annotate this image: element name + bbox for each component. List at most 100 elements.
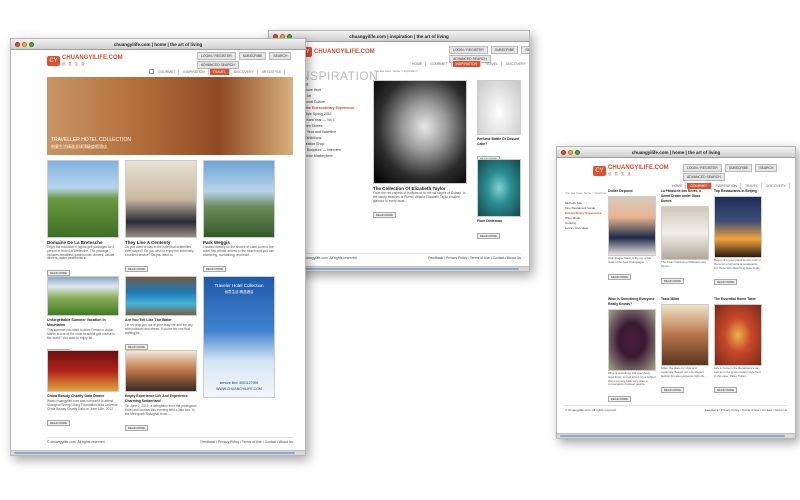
- subscribe-button[interactable]: SUBSCRIBE: [238, 52, 267, 60]
- feature-image[interactable]: [373, 80, 467, 184]
- nav-discovery[interactable]: DISCOVERY: [503, 61, 529, 67]
- article-card[interactable]: China Beauty Charity Gala Dinner Www.chu…: [47, 350, 119, 429]
- advanced-search-button[interactable]: ADVANCED SEARCH: [683, 173, 725, 181]
- close-button[interactable]: [15, 42, 20, 47]
- read-more-button[interactable]: READ MORE: [203, 266, 226, 273]
- article-image[interactable]: [661, 304, 709, 366]
- article-card[interactable]: The Essential Home Taste Italy is home t…: [714, 297, 762, 396]
- article-title[interactable]: Wine Is Something Everyone Really Knows?: [608, 297, 656, 307]
- nav-gourmet[interactable]: GOURMET: [427, 61, 452, 67]
- article-card[interactable]: Didier Depond Champagne Salon is the top…: [608, 189, 656, 283]
- zoom-button[interactable]: [29, 42, 34, 47]
- footer-links[interactable]: Feedback / Privacy Policy / Terms of Use…: [705, 408, 787, 412]
- read-more-button[interactable]: READ MORE: [714, 387, 737, 394]
- read-more-button[interactable]: READ MORE: [125, 425, 148, 432]
- article-card[interactable]: Wine Is Something Everyone Really Knows?…: [608, 297, 656, 405]
- advanced-search-button[interactable]: ADVANCED SEARCH: [197, 61, 239, 69]
- article-title[interactable]: Didier Depond: [608, 189, 656, 194]
- minimize-button[interactable]: [22, 42, 27, 47]
- login-register-button[interactable]: LOGIN / REGISTER: [683, 164, 722, 172]
- ad-url[interactable]: WWW.CHUANGYILIFE.COM: [206, 387, 272, 391]
- sidebar-item[interactable]: Collector Masterpiece: [299, 153, 367, 159]
- search-button[interactable]: SEARCH: [521, 46, 529, 54]
- article-image[interactable]: [608, 196, 656, 256]
- nav-inspiration[interactable]: INSPIRATION: [180, 69, 209, 75]
- nav-discovery[interactable]: DISCOVERY: [763, 183, 790, 189]
- read-more-button[interactable]: READ MORE: [477, 233, 500, 239]
- article-image[interactable]: [125, 350, 197, 392]
- horizontal-scrollbar[interactable]: [11, 450, 305, 455]
- horizontal-scrollbar[interactable]: [557, 433, 795, 438]
- article-image[interactable]: [714, 196, 762, 258]
- nav-discovery[interactable]: DISCOVERY: [231, 69, 258, 75]
- article-card[interactable]: Are You Tell Like The Water Let us drop …: [125, 276, 197, 353]
- search-button[interactable]: SEARCH: [755, 164, 778, 172]
- article-image[interactable]: [125, 276, 197, 316]
- nav-travel[interactable]: TRAVEL: [482, 61, 502, 67]
- footer-links[interactable]: Feedback / Privacy Policy / Terms of Use…: [428, 256, 521, 260]
- article-image[interactable]: [203, 160, 275, 238]
- hero-banner[interactable]: TRAVELLER HOTEL COLLECTION 创意生活精选全球顶级度假酒…: [47, 77, 293, 155]
- article-image[interactable]: [47, 276, 119, 316]
- article-card[interactable]: Empty Experience Life And Experience Cha…: [125, 350, 197, 434]
- article-card[interactable]: They Live A Cententy Do you want to stay…: [125, 160, 197, 275]
- article-card[interactable]: Top Restaurants In Beijing Beijing is a …: [714, 189, 762, 288]
- article-card[interactable]: Domaine De La Bretesche Enjoy the exclus…: [47, 160, 119, 279]
- article-image[interactable]: [661, 206, 709, 260]
- read-more-button[interactable]: READ MORE: [373, 212, 396, 219]
- read-more-button[interactable]: READ MORE: [608, 396, 631, 403]
- close-button[interactable]: [561, 150, 566, 155]
- article-image[interactable]: [477, 80, 521, 135]
- sidebar-item[interactable]: Luxury Chocolate: [565, 226, 605, 231]
- footer-links[interactable]: Feedback / Privacy Policy / Terms of Use…: [200, 440, 293, 444]
- article-image[interactable]: [714, 304, 762, 366]
- search-button[interactable]: SEARCH: [269, 52, 292, 60]
- article-card[interactable]: Perfume Bottle Or Dessert Cake? READ MOR…: [477, 80, 521, 165]
- zoom-button[interactable]: [575, 150, 580, 155]
- scrollbar-thumb[interactable]: [272, 268, 519, 270]
- subscribe-button[interactable]: SUBSCRIBE: [724, 164, 753, 172]
- article-image[interactable]: [477, 159, 521, 217]
- article-title[interactable]: Taste Milan: [661, 297, 709, 302]
- article-title[interactable]: The Essential Home Taste: [714, 297, 762, 302]
- horizontal-scrollbar[interactable]: [269, 266, 529, 271]
- article-title[interactable]: Unforgettable Summer Vacation in Mountai…: [47, 318, 119, 328]
- article-image[interactable]: [47, 350, 119, 392]
- read-more-button[interactable]: READ MORE: [661, 387, 684, 394]
- read-more-button[interactable]: READ MORE: [47, 420, 70, 427]
- scrollbar-thumb[interactable]: [560, 435, 785, 437]
- nav-travel[interactable]: TRAVEL: [209, 69, 230, 75]
- login-register-button[interactable]: LOGIN / REGISTER: [197, 52, 236, 60]
- article-image[interactable]: [125, 160, 197, 238]
- article-card[interactable]: Flore Dinternau READ MORE: [477, 159, 521, 242]
- article-card[interactable]: La Pâtisserie des Rêves, a Sweet Dream u…: [661, 189, 709, 287]
- article-title[interactable]: Top Restaurants In Beijing: [714, 189, 762, 194]
- read-more-button[interactable]: READ MORE: [661, 277, 684, 284]
- article-title[interactable]: Flore Dinternau: [477, 219, 521, 224]
- site-logo[interactable]: CY CHUANGYILIFE.COM 创 意 生 活: [47, 55, 123, 66]
- feature-article[interactable]: The Collection Of Elizabeth Taylor From …: [373, 80, 467, 221]
- login-register-button[interactable]: LOGIN / REGISTER: [449, 46, 488, 54]
- article-title[interactable]: La Pâtisserie des Rêves, a Sweet Dream u…: [661, 189, 709, 204]
- nav-art-style[interactable]: ART&STYLE: [259, 69, 286, 75]
- article-image[interactable]: [608, 309, 656, 371]
- read-more-button[interactable]: READ MORE: [125, 266, 148, 273]
- advertisement-banner[interactable]: Traveler Hotel Collection 创意生活 精选酒店 serv…: [203, 276, 275, 398]
- article-card[interactable]: Unforgettable Summer Vacation in Mountai…: [47, 276, 119, 358]
- nav-inspiration[interactable]: INSPIRATION: [452, 61, 481, 67]
- article-title[interactable]: Empty Experience Life And Experience Cha…: [125, 394, 197, 404]
- home-icon[interactable]: [149, 69, 154, 74]
- read-more-button[interactable]: READ MORE: [608, 273, 631, 280]
- article-image[interactable]: [47, 160, 119, 238]
- subscribe-button[interactable]: SUBSCRIBE: [490, 46, 519, 54]
- article-title[interactable]: Perfume Bottle Or Dessert Cake?: [477, 137, 521, 147]
- nav-home[interactable]: HOME: [409, 61, 427, 67]
- site-logo[interactable]: CY CHUANGYILIFE.COM: [299, 47, 375, 57]
- minimize-button[interactable]: [568, 150, 573, 155]
- nav-gourmet[interactable]: GOURMET: [155, 69, 180, 75]
- scrollbar-thumb[interactable]: [14, 452, 295, 454]
- read-more-button[interactable]: READ MORE: [714, 279, 737, 286]
- article-card[interactable]: Park Weggis Located directly on the shor…: [203, 160, 275, 275]
- site-logo[interactable]: CY CHUANGYILIFE.COM 创 意 生 活: [593, 165, 669, 176]
- article-card[interactable]: Taste Milan Milan, the place for style a…: [661, 297, 709, 396]
